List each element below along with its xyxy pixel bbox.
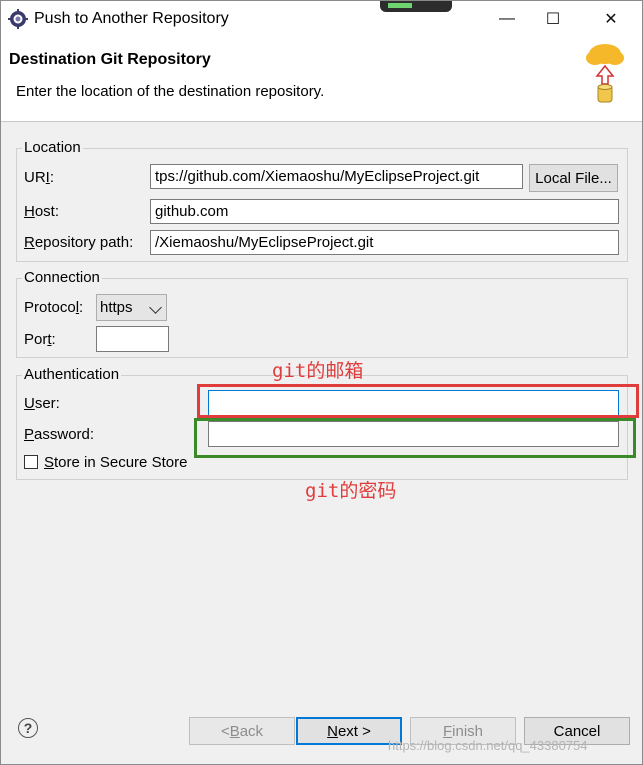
wizard-banner: Destination Git Repository Enter the loc… — [1, 38, 642, 122]
user-input[interactable] — [208, 390, 619, 416]
port-label: Port: — [24, 331, 56, 348]
help-icon[interactable]: ? — [18, 718, 38, 738]
minimize-button[interactable]: — — [484, 0, 530, 38]
port-input[interactable] — [96, 326, 169, 352]
local-file-button[interactable]: Local File... — [529, 164, 618, 192]
uri-label: URI: — [24, 169, 55, 186]
page-title: Destination Git Repository — [9, 51, 211, 68]
repository-path-label: Repository path: — [24, 234, 134, 251]
minimize-icon: — — [499, 10, 515, 27]
password-label: Password: — [24, 426, 95, 443]
back-button[interactable]: < Back — [189, 717, 295, 745]
page-description: Enter the location of the destination re… — [16, 83, 325, 100]
repository-path-input[interactable]: /Xiemaoshu/MyEclipseProject.git — [150, 230, 619, 255]
host-label: Host: — [24, 203, 60, 220]
taskbar-preview-indicator — [380, 0, 452, 12]
uri-input[interactable]: tps://github.com/Xiemaoshu/MyEclipseProj… — [150, 164, 523, 189]
git-cloud-push-icon — [586, 44, 624, 103]
store-secure-label: Store in Secure Store — [44, 454, 188, 471]
chevron-down-icon — [149, 301, 162, 314]
close-button[interactable]: ✕ — [588, 0, 634, 38]
host-input[interactable]: github.com — [150, 199, 619, 224]
window-title: Push to Another Repository — [34, 10, 229, 27]
close-icon: ✕ — [604, 11, 618, 28]
connection-group-label: Connection — [22, 269, 102, 286]
store-secure-checkbox[interactable] — [24, 455, 38, 469]
next-button[interactable]: Next > — [296, 717, 402, 745]
protocol-label: Protocol: — [24, 299, 84, 316]
maximize-button[interactable]: ☐ — [530, 0, 576, 38]
title-bar: Push to Another Repository — ☐ ✕ — [0, 0, 643, 38]
user-annotation-text: git的邮箱 — [272, 360, 364, 382]
password-annotation-text: git的密码 — [305, 480, 397, 502]
password-input[interactable] — [208, 421, 619, 447]
eclipse-gear-icon — [8, 9, 28, 29]
authentication-group-label: Authentication — [22, 366, 122, 383]
protocol-select[interactable]: https — [96, 294, 167, 321]
protocol-selected-value: https — [100, 299, 133, 316]
user-label: User: — [24, 395, 60, 412]
watermark-url: https://blog.csdn.net/qq_43380754 — [388, 738, 588, 753]
location-group-label: Location — [22, 139, 83, 156]
maximize-icon: ☐ — [545, 11, 561, 28]
